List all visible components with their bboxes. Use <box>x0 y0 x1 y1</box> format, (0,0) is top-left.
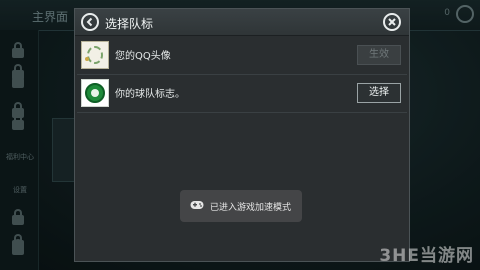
toast-notification: 已进入游戏加速模式 <box>180 190 302 222</box>
select-team-logo-dialog: 选择队标 您的QQ头像 生效 你的球队标志。 选择 <box>74 8 410 262</box>
gamepad-icon <box>190 201 204 209</box>
option-qq-avatar: 您的QQ头像 生效 <box>77 39 407 71</box>
chevron-left-icon <box>86 17 93 27</box>
dialog-title: 选择队标 <box>105 17 154 31</box>
option-label-team-logo: 你的球队标志。 <box>115 89 185 100</box>
team-logo-thumbnail <box>81 79 109 107</box>
watermark: 3HE当游网 <box>379 246 474 266</box>
row-divider <box>77 112 407 113</box>
apply-button[interactable]: 生效 <box>357 45 401 65</box>
option-team-logo: 你的球队标志。 选择 <box>77 77 407 109</box>
dialog-header: 选择队标 <box>75 9 409 36</box>
back-button[interactable] <box>81 13 99 31</box>
qq-avatar-thumbnail <box>81 41 109 69</box>
close-button[interactable] <box>383 13 401 31</box>
row-divider <box>77 74 407 75</box>
select-button[interactable]: 选择 <box>357 83 401 103</box>
toast-text: 已进入游戏加速模式 <box>210 203 292 213</box>
option-label-qq-avatar: 您的QQ头像 <box>115 51 171 62</box>
close-icon <box>388 18 396 26</box>
